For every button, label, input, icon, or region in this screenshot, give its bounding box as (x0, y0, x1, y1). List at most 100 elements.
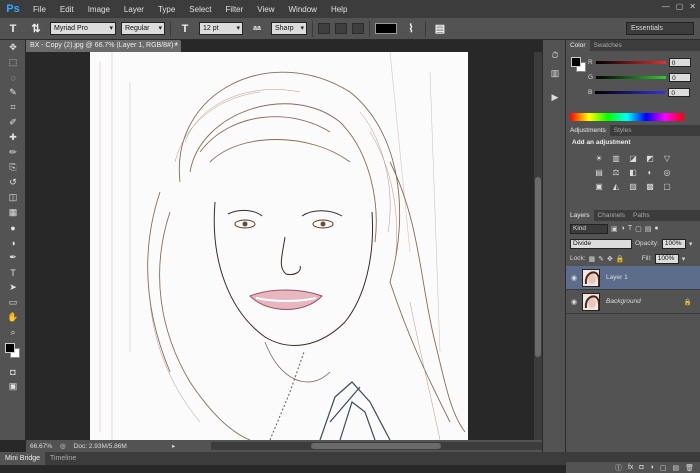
properties-icon[interactable]: ▥ (543, 64, 567, 82)
blue-value[interactable]: 0 (668, 87, 691, 97)
hand-icon[interactable]: ✋ (0, 310, 26, 325)
actions-icon[interactable]: ▶ (543, 88, 567, 106)
history-icon[interactable]: ⏱ (543, 46, 567, 64)
adjustment-icon-8[interactable]: ◐ (644, 167, 657, 178)
adjustment-icon-10[interactable]: ▣ (593, 181, 606, 192)
tab-swatches[interactable]: Swatches (590, 40, 626, 51)
vertical-scrollbar[interactable] (534, 52, 542, 440)
doc-info[interactable]: Doc: 2.93M/5.86M (74, 443, 127, 450)
tab-layers[interactable]: Layers (566, 210, 594, 221)
font-style-select[interactable]: Regular (121, 22, 165, 35)
dodge-icon[interactable]: ◑ (0, 235, 26, 250)
red-value[interactable]: 0 (668, 57, 691, 67)
menu-image[interactable]: Image (81, 5, 117, 14)
minimize-icon[interactable]: — (662, 2, 670, 11)
color-spectrum[interactable] (570, 113, 684, 121)
tab-paths[interactable]: Paths (629, 210, 654, 221)
layer-row-layer1[interactable]: ◉ Layer 1 (566, 266, 700, 290)
red-slider[interactable]: R 0 (588, 57, 691, 67)
antialias-select[interactable]: Sharp (271, 22, 307, 35)
layer-name[interactable]: Layer 1 (606, 274, 700, 281)
warp-text-icon[interactable]: ⌇ (402, 21, 420, 37)
filter-toggle-icon[interactable]: ● (654, 225, 658, 232)
close-document-icon[interactable]: × (174, 40, 178, 52)
menu-edit[interactable]: Edit (53, 5, 81, 14)
tab-mini-bridge[interactable]: Mini Bridge (0, 452, 46, 465)
tab-timeline[interactable]: Timeline (45, 452, 81, 465)
adjustment-icon-3[interactable]: ◩ (644, 153, 657, 164)
align-left-button[interactable] (318, 23, 330, 34)
blend-mode-select[interactable]: Divide (570, 238, 632, 249)
menu-file[interactable]: File (26, 5, 53, 14)
text-color-swatch[interactable] (375, 23, 397, 34)
type-tool-preset-icon[interactable]: T (4, 21, 22, 37)
kind-filter-select[interactable]: Kind (570, 223, 608, 234)
healing-icon[interactable]: ✚ (0, 130, 26, 145)
quick-mask-icon[interactable]: ◘ (0, 364, 26, 379)
eraser-icon[interactable]: ◫ (0, 190, 26, 205)
document-canvas[interactable] (90, 52, 468, 440)
type-icon[interactable]: T (0, 265, 26, 280)
status-arrow-icon[interactable]: ▸ (172, 442, 175, 450)
visibility-eye-icon[interactable]: ◉ (566, 274, 582, 282)
adjustment-icon-5[interactable]: ▤ (593, 167, 606, 178)
quick-select-icon[interactable]: ✎ (0, 85, 26, 100)
foreground-color[interactable] (5, 343, 15, 353)
adjustment-icon-2[interactable]: ◪ (627, 153, 640, 164)
add-mask-icon[interactable]: ◘ (639, 464, 643, 471)
menu-view[interactable]: View (250, 5, 281, 14)
stamp-icon[interactable]: ⎘ (0, 160, 26, 175)
adjustment-icon-6[interactable]: ⚖ (610, 167, 623, 178)
adjustment-layer-icon[interactable]: ◑ (650, 464, 654, 471)
adjustment-icon-4[interactable]: ▽ (661, 153, 674, 164)
adjustment-icon-1[interactable]: ▥ (610, 153, 623, 164)
tab-channels[interactable]: Channels (594, 210, 629, 221)
filter-adjust-icon[interactable]: ◑ (621, 225, 625, 232)
tab-styles[interactable]: Styles (610, 125, 636, 136)
font-size-select[interactable]: 12 pt (199, 22, 243, 35)
zoom-icon[interactable]: ⌕ (0, 325, 26, 340)
adjustment-icon-9[interactable]: ◎ (661, 167, 674, 178)
maximize-icon[interactable]: ▢ (676, 2, 684, 11)
visibility-eye-icon[interactable]: ◉ (566, 298, 582, 306)
filter-smart-icon[interactable]: ▤ (645, 225, 652, 233)
scroll-thumb[interactable] (311, 443, 441, 449)
screen-mode-icon[interactable]: ▣ (0, 379, 26, 394)
foreground-color[interactable] (571, 57, 581, 67)
adjustment-icon-7[interactable]: ◧ (627, 167, 640, 178)
opacity-dropdown-icon[interactable]: ▾ (689, 240, 693, 248)
character-panel-icon[interactable]: ▤ (431, 21, 449, 37)
lock-transparency-icon[interactable]: ▦ (589, 255, 596, 263)
status-icon[interactable]: ◎ (60, 442, 66, 450)
menu-help[interactable]: Help (324, 5, 354, 14)
green-slider[interactable]: G 0 (588, 72, 692, 82)
filter-type-icon[interactable]: T (628, 225, 632, 232)
canvas-area[interactable] (26, 52, 534, 440)
lock-position-icon[interactable]: ✥ (607, 255, 613, 263)
lock-pixels-icon[interactable]: ✎ (598, 255, 604, 263)
pen-icon[interactable]: ✒ (0, 250, 26, 265)
move-icon[interactable]: ✥ (0, 40, 26, 55)
shape-icon[interactable]: ▭ (0, 295, 26, 310)
filter-pixel-icon[interactable]: ▣ (611, 225, 618, 233)
history-brush-icon[interactable]: ↺ (0, 175, 26, 190)
zoom-level[interactable]: 66.67% (30, 443, 52, 450)
opacity-field[interactable]: 100% (661, 238, 686, 249)
adjustment-icon-13[interactable]: ▩ (644, 181, 657, 192)
eyedropper-icon[interactable]: ✐ (0, 115, 26, 130)
fill-field[interactable]: 100% (654, 253, 679, 264)
layer-name[interactable]: Background (606, 298, 684, 305)
tab-color[interactable]: Color (566, 40, 590, 51)
adjustment-icon-12[interactable]: ▨ (627, 181, 640, 192)
path-select-icon[interactable]: ➤ (0, 280, 26, 295)
gradient-icon[interactable]: ▦ (0, 205, 26, 220)
crop-icon[interactable]: ⌗ (0, 100, 26, 115)
menu-layer[interactable]: Layer (117, 5, 151, 14)
layer-style-icon[interactable]: fx (628, 464, 633, 471)
font-family-select[interactable]: Myriad Pro (50, 22, 116, 35)
text-orientation-icon[interactable]: ⇅ (27, 21, 45, 37)
adjustment-icon-11[interactable]: ◭ (610, 181, 623, 192)
blue-slider[interactable]: B 0 (588, 87, 691, 97)
marquee-icon[interactable]: ⬚ (0, 55, 26, 70)
filter-shape-icon[interactable]: ▢ (635, 225, 642, 233)
